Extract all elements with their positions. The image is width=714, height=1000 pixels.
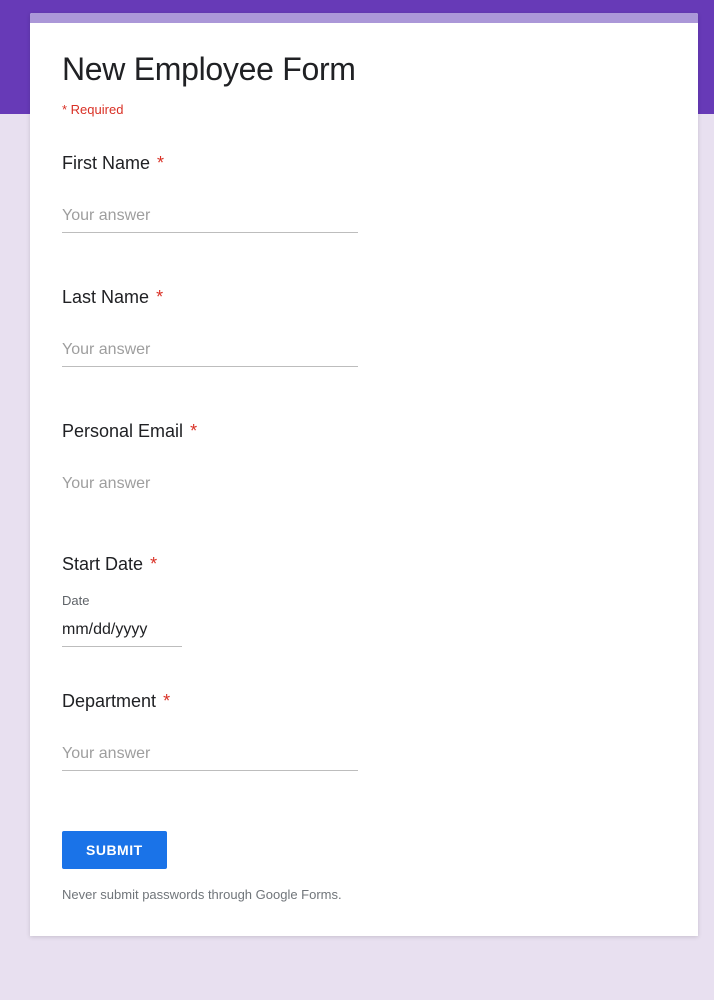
required-star: *	[190, 421, 197, 441]
required-star: *	[150, 554, 157, 574]
date-sublabel: Date	[62, 593, 666, 608]
question-start-date: Start Date * Date	[62, 554, 666, 647]
question-label: Last Name *	[62, 287, 666, 308]
form-title: New Employee Form	[62, 51, 666, 88]
form-accent-bar	[30, 13, 698, 23]
submit-button[interactable]: SUBMIT	[62, 831, 167, 869]
question-last-name: Last Name *	[62, 287, 666, 367]
question-personal-email: Personal Email *	[62, 421, 666, 500]
question-label: Department *	[62, 691, 666, 712]
question-department: Department *	[62, 691, 666, 771]
question-label: Personal Email *	[62, 421, 666, 442]
required-star: *	[157, 153, 164, 173]
question-label: Start Date *	[62, 554, 666, 575]
label-text: Start Date	[62, 554, 143, 574]
personal-email-input[interactable]	[62, 470, 358, 500]
question-first-name: First Name *	[62, 153, 666, 233]
required-star: *	[163, 691, 170, 711]
form-card: New Employee Form * Required First Name …	[30, 13, 698, 936]
start-date-input[interactable]	[62, 616, 182, 647]
department-input[interactable]	[62, 740, 358, 771]
label-text: Department	[62, 691, 156, 711]
required-note: * Required	[62, 102, 666, 117]
required-star: *	[156, 287, 163, 307]
label-text: First Name	[62, 153, 150, 173]
question-label: First Name *	[62, 153, 666, 174]
label-text: Last Name	[62, 287, 149, 307]
last-name-input[interactable]	[62, 336, 358, 367]
form-body: New Employee Form * Required First Name …	[30, 23, 698, 936]
label-text: Personal Email	[62, 421, 183, 441]
footer-note: Never submit passwords through Google Fo…	[62, 887, 666, 902]
first-name-input[interactable]	[62, 202, 358, 233]
